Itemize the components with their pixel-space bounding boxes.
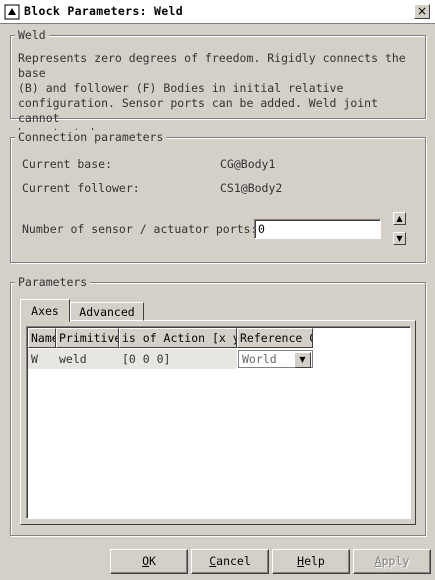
reference-select[interactable]: World ▼ bbox=[238, 350, 313, 368]
spin-up-button[interactable]: ▲ bbox=[393, 212, 406, 225]
cancel-button[interactable]: Cancel bbox=[191, 549, 269, 574]
window-title: Block Parameters: Weld bbox=[24, 4, 183, 18]
chevron-down-icon[interactable]: ▼ bbox=[294, 352, 311, 368]
cell-name[interactable]: W bbox=[28, 349, 56, 369]
column-header-name[interactable]: Name bbox=[28, 328, 56, 348]
parameters-legend: Parameters bbox=[15, 275, 91, 289]
weld-description: Represents zero degrees of freedom. Rigi… bbox=[18, 51, 406, 140]
column-header-reference[interactable]: Reference C bbox=[237, 328, 313, 348]
title-bar: Block Parameters: Weld × bbox=[0, 0, 435, 24]
apply-button[interactable]: Apply bbox=[353, 549, 431, 574]
column-header-axis-of-action[interactable]: is of Action [x y bbox=[119, 328, 237, 348]
current-follower-label: Current follower: bbox=[22, 181, 140, 195]
tab-advanced[interactable]: Advanced bbox=[70, 302, 144, 321]
close-button[interactable]: × bbox=[414, 4, 430, 19]
triangle-up-icon: ▲ bbox=[396, 214, 403, 223]
tab-axes[interactable]: Axes bbox=[20, 299, 70, 322]
cell-primitive[interactable]: weld bbox=[56, 349, 119, 369]
cell-axis-of-action[interactable]: [0 0 0] bbox=[119, 349, 237, 369]
spin-down-button[interactable]: ▼ bbox=[393, 232, 406, 245]
simulink-block-icon bbox=[4, 4, 20, 20]
help-button[interactable]: Help bbox=[272, 549, 350, 574]
connection-legend: Connection parameters bbox=[15, 130, 167, 144]
connection-group bbox=[10, 137, 426, 263]
triangle-down-icon: ▼ bbox=[396, 234, 403, 243]
current-base-label: Current base: bbox=[22, 157, 113, 171]
ports-label: Number of sensor / actuator ports: bbox=[22, 222, 258, 236]
weld-legend: Weld bbox=[15, 28, 49, 42]
ports-input[interactable]: 0 bbox=[254, 219, 381, 239]
current-base-value: CG@Body1 bbox=[220, 157, 276, 171]
current-follower-value: CS1@Body2 bbox=[220, 181, 283, 195]
column-header-primitive[interactable]: Primitive bbox=[56, 328, 119, 348]
reference-select-value: World bbox=[242, 352, 277, 366]
ok-button[interactable]: OK bbox=[110, 549, 188, 574]
